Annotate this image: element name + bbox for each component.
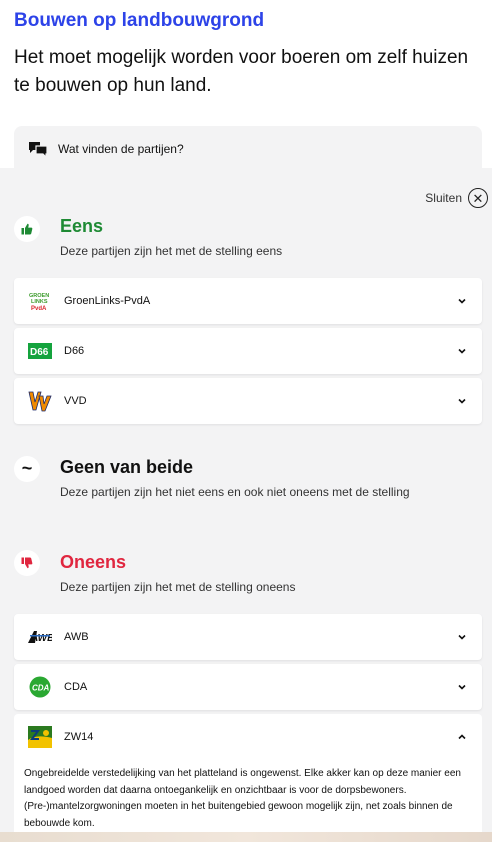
statement-text: Het moet mogelijk worden voor boeren om … (14, 47, 469, 96)
vvd-logo (28, 390, 52, 412)
d66-logo: D66 (28, 340, 52, 362)
party-name: VVD (64, 395, 87, 407)
party-card-cda[interactable]: CDA CDA (14, 664, 482, 710)
bottom-decoration (0, 832, 492, 842)
chat-bubbles-icon (28, 141, 48, 159)
parties-panel: Sluiten ✕ Eens Deze partijen zijn het me… (0, 168, 492, 842)
parties-toggle-label: Wat vinden de partijen? (58, 142, 184, 156)
svg-text:CDA: CDA (32, 684, 50, 693)
chevron-down-icon (456, 631, 468, 643)
chevron-down-icon (456, 345, 468, 357)
party-name: ZW14 (64, 731, 94, 743)
svg-text:D66: D66 (30, 347, 49, 358)
statement-title: Bouwen op landbouwgrond (14, 10, 265, 31)
party-name: D66 (64, 345, 85, 357)
groenlinks-pvda-logo: GROEN LINKS PvdA (28, 290, 52, 312)
party-opinion-text: Ongebreidelde verstedelijking van het pl… (24, 768, 461, 829)
group-description-geen-van-beide: Deze partijen zijn het niet eens en ook … (60, 485, 410, 499)
zw14-logo (28, 726, 52, 748)
close-icon: ✕ (468, 188, 488, 208)
cda-logo: CDA (28, 676, 52, 698)
svg-text:PvdA: PvdA (31, 306, 47, 312)
group-title-eens: Eens (60, 216, 104, 236)
group-description-eens: Deze partijen zijn het met de stelling e… (60, 244, 283, 258)
party-card-zw14: ZW14 Ongebreidelde verstedelijking van h… (14, 714, 482, 842)
party-name: CDA (64, 681, 88, 693)
chevron-down-icon (456, 295, 468, 307)
chevron-up-icon (456, 731, 468, 743)
group-title-oneens: Oneens (60, 552, 127, 572)
party-name: GroenLinks-PvdA (64, 295, 151, 307)
parties-toggle-button[interactable]: Wat vinden de partijen? (14, 126, 482, 172)
svg-text:LINKS: LINKS (31, 299, 48, 305)
thumbs-up-icon (14, 216, 40, 242)
party-card-awb[interactable]: AWB AWB (14, 614, 482, 660)
group-description-oneens: Deze partijen zijn het met de stelling o… (60, 580, 296, 594)
thumbs-down-icon (14, 550, 40, 576)
party-card-zw14-header[interactable]: ZW14 (14, 714, 482, 760)
party-card-groenlinks-pvda[interactable]: GROEN LINKS PvdA GroenLinks-PvdA (14, 278, 482, 324)
awb-logo: AWB (28, 626, 52, 648)
chevron-down-icon (456, 681, 468, 693)
party-name: AWB (64, 631, 89, 643)
party-card-d66[interactable]: D66 D66 (14, 328, 482, 374)
group-title-geen-van-beide: Geen van beide (60, 457, 194, 477)
party-card-vvd[interactable]: VVD (14, 378, 482, 424)
svg-text:AWB: AWB (30, 633, 52, 644)
tilde-icon: ~ (14, 456, 40, 482)
chevron-down-icon (456, 395, 468, 407)
close-button[interactable]: Sluiten ✕ (425, 188, 488, 208)
close-label: Sluiten (425, 191, 462, 205)
